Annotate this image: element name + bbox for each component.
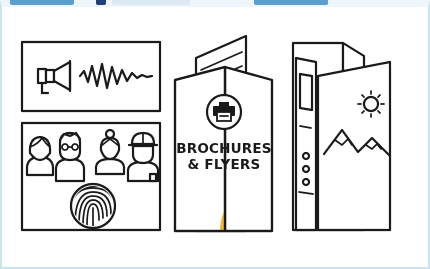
sound-wave-icon bbox=[78, 62, 154, 90]
team-icon bbox=[25, 128, 160, 183]
megaphone-icon bbox=[36, 59, 72, 95]
printer-icon bbox=[205, 93, 243, 131]
flyer-panel bbox=[291, 41, 392, 232]
megaphone-panel bbox=[20, 40, 162, 113]
team-panel bbox=[20, 121, 162, 232]
illustration: BROCHURES & FLYERS bbox=[20, 34, 392, 233]
brochure-title-line2: & FLYERS bbox=[188, 157, 261, 173]
brochure-panel: BROCHURES & FLYERS bbox=[173, 34, 274, 233]
brochure-title-line1: BROCHURES bbox=[176, 141, 271, 157]
fingerprint-icon bbox=[69, 182, 117, 230]
